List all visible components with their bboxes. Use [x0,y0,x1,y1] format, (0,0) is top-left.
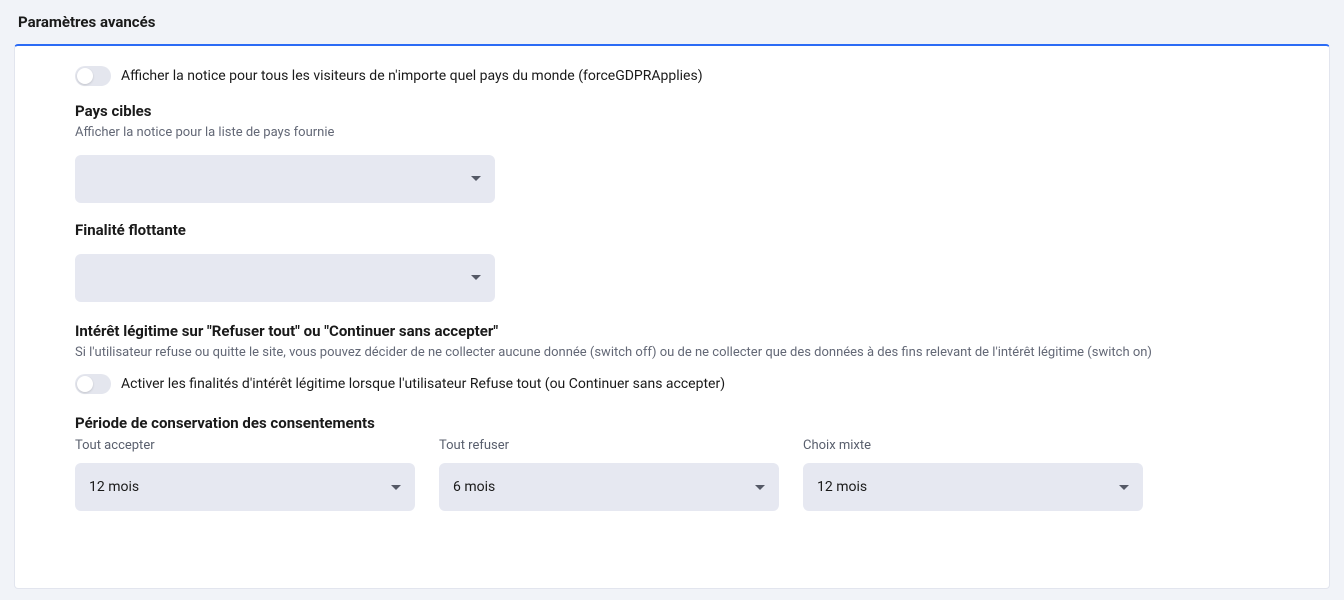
retention-refuse-col: Tout refuser 6 mois [439,438,779,511]
retention-accept-value: 12 mois [89,479,139,495]
target-countries-desc: Afficher la notice pour la liste de pays… [75,123,1269,143]
target-countries-title: Pays cibles [75,102,1269,120]
legit-interest-title: Intérêt légitime sur "Refuser tout" ou "… [75,322,1269,340]
chevron-down-icon [755,485,765,490]
toggle-knob [77,376,93,392]
legit-interest-label: Activer les finalités d'intérêt légitime… [121,376,725,392]
legit-interest-toggle[interactable] [75,374,111,394]
retention-refuse-value: 6 mois [453,479,495,495]
retention-mixed-select[interactable]: 12 mois [803,463,1143,511]
chevron-down-icon [391,485,401,490]
chevron-down-icon [471,275,481,280]
retention-refuse-label: Tout refuser [439,438,779,453]
retention-accept-label: Tout accepter [75,438,415,453]
force-gdpr-toggle[interactable] [75,66,111,86]
chevron-down-icon [1119,485,1129,490]
floating-purpose-select[interactable] [75,254,495,302]
retention-accept-select[interactable]: 12 mois [75,463,415,511]
retention-accept-col: Tout accepter 12 mois [75,438,415,511]
retention-mixed-label: Choix mixte [803,438,1143,453]
legit-interest-row: Activer les finalités d'intérêt légitime… [75,374,1269,394]
retention-mixed-col: Choix mixte 12 mois [803,438,1143,511]
force-gdpr-row: Afficher la notice pour tous les visiteu… [75,66,1269,86]
advanced-settings-panel: Afficher la notice pour tous les visiteu… [14,44,1330,589]
retention-row: Tout accepter 12 mois Tout refuser 6 moi… [75,438,1269,511]
toggle-knob [77,68,93,84]
retention-mixed-value: 12 mois [817,479,867,495]
chevron-down-icon [471,176,481,181]
section-title: Paramètres avancés [0,0,1344,44]
force-gdpr-label: Afficher la notice pour tous les visiteu… [121,68,703,84]
floating-purpose-title: Finalité flottante [75,221,1269,239]
retention-refuse-select[interactable]: 6 mois [439,463,779,511]
retention-title: Période de conservation des consentement… [75,414,1269,432]
target-countries-select[interactable] [75,155,495,203]
legit-interest-desc: Si l'utilisateur refuse ou quitte le sit… [75,343,1269,363]
